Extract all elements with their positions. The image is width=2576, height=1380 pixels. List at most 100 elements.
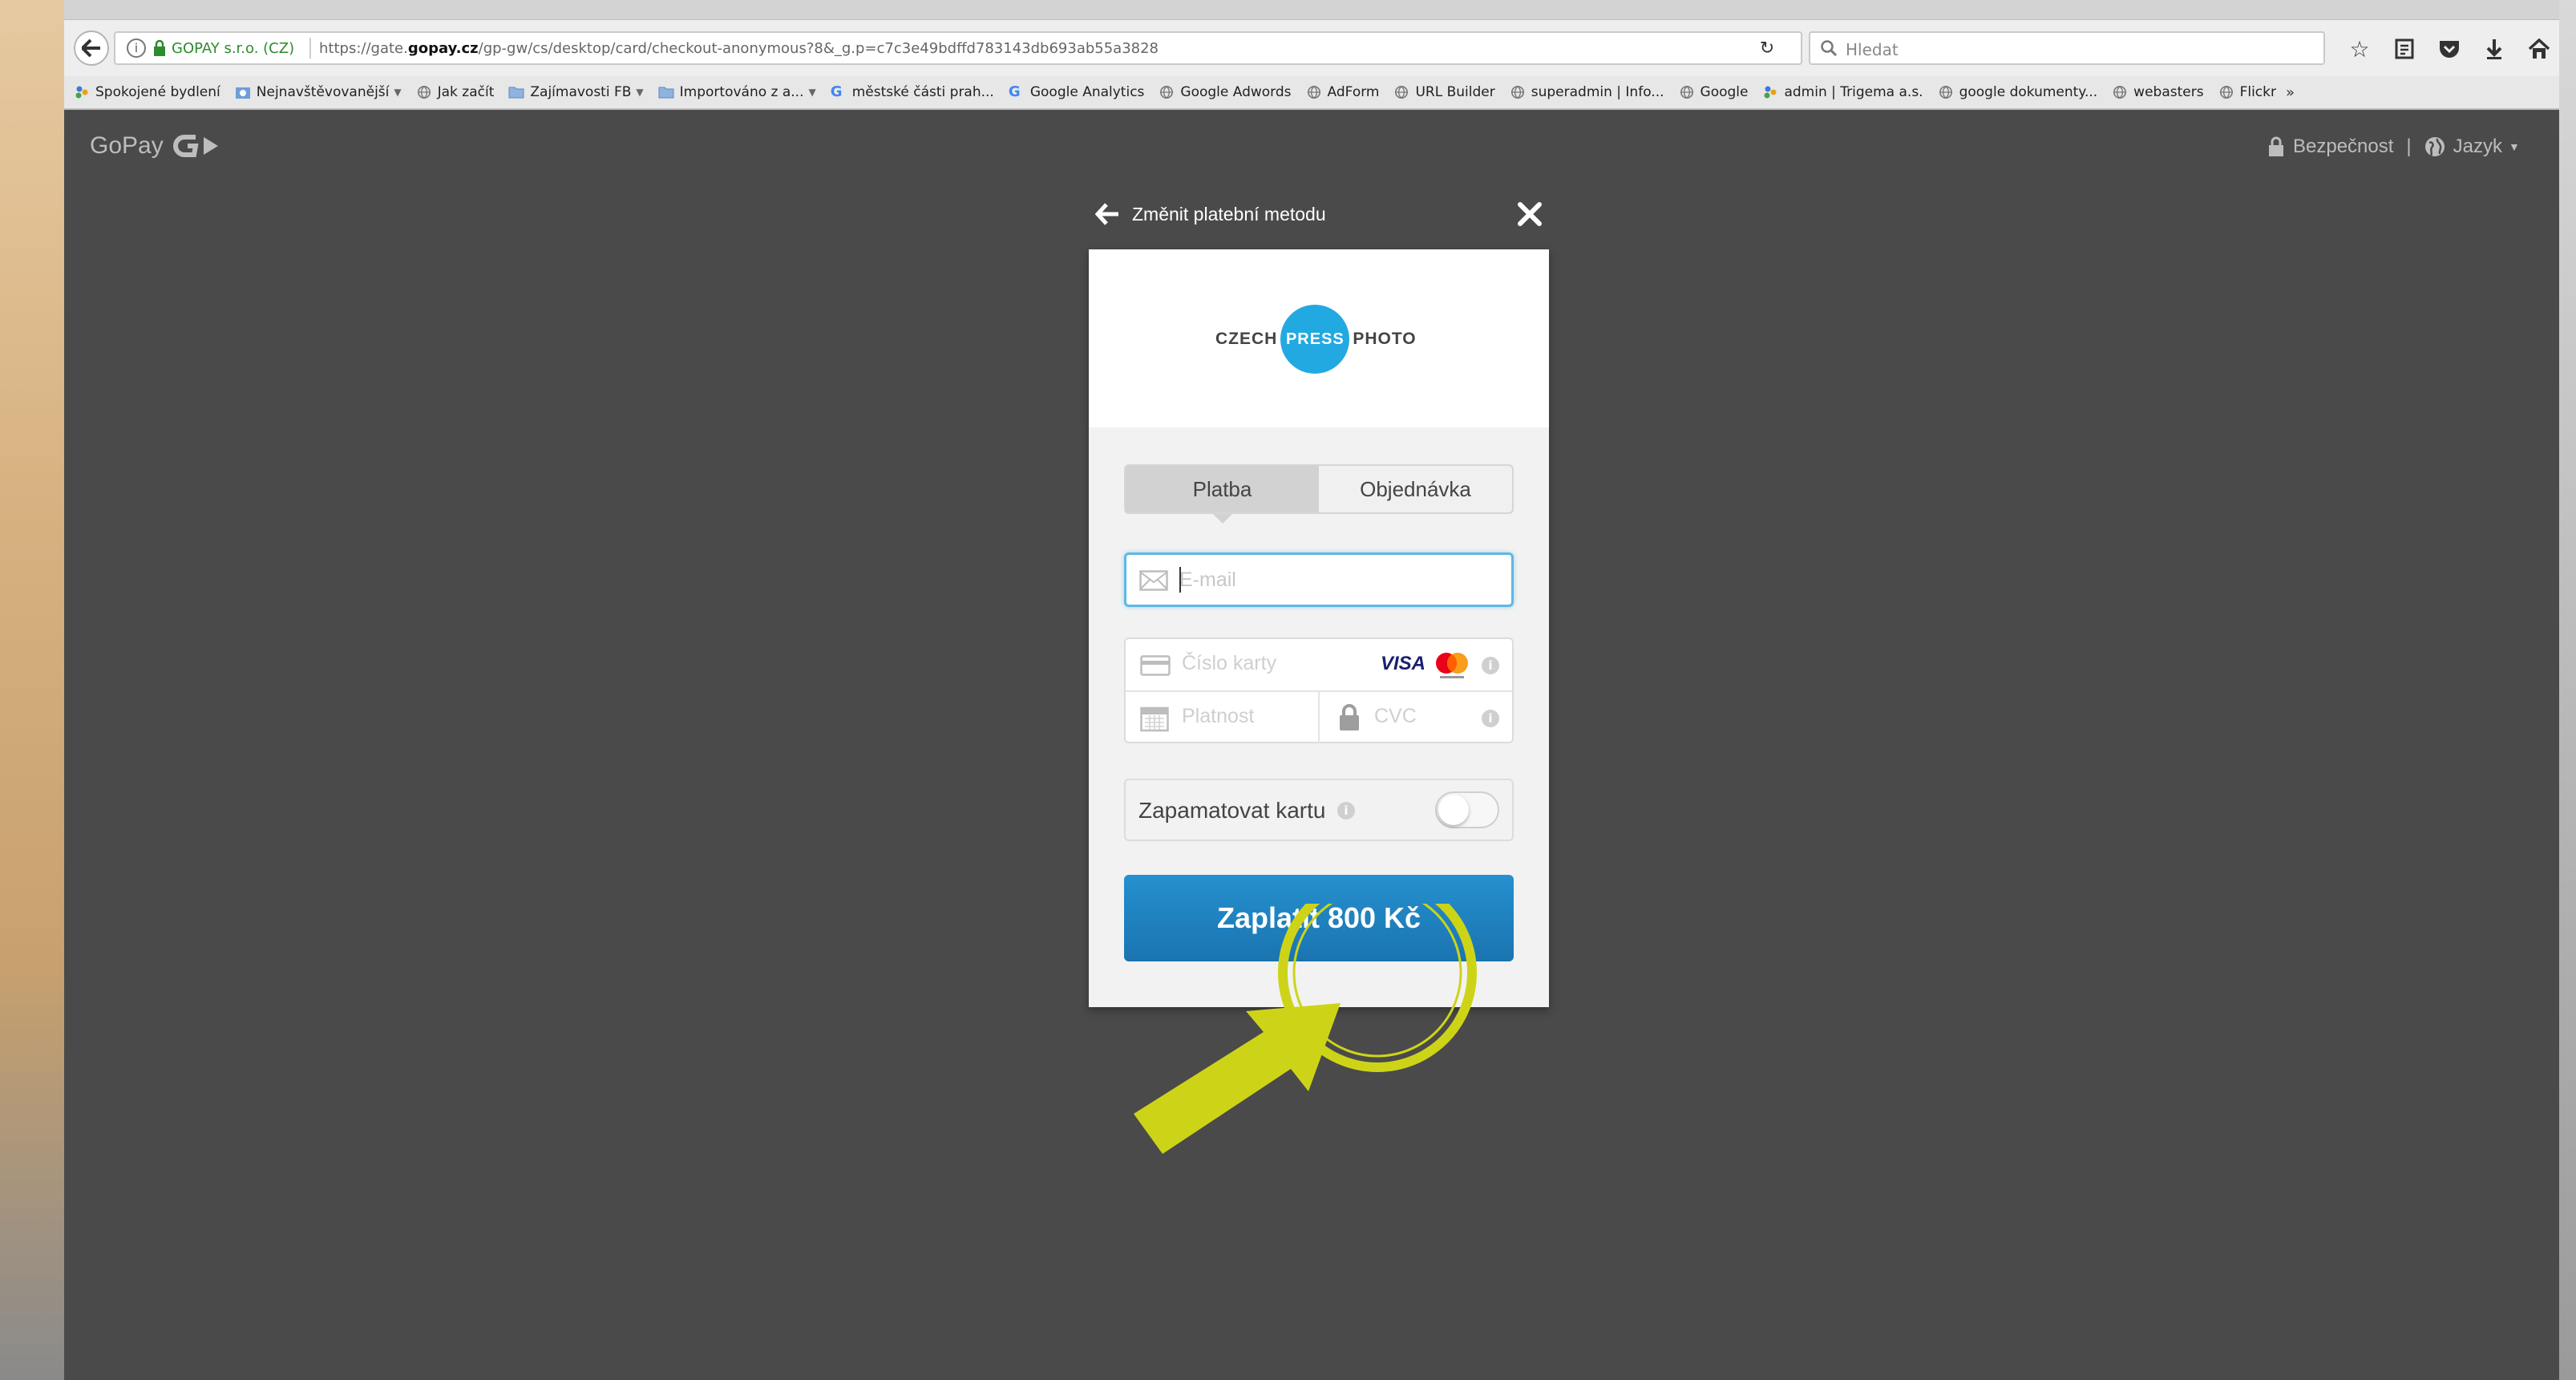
globe-icon [1160, 85, 1174, 99]
card-number-placeholder: Číslo karty [1182, 652, 1277, 674]
gopay-logo: GoPay [90, 130, 221, 162]
change-method-label: Změnit platební metodu [1132, 203, 1326, 225]
mastercard-icon [1436, 653, 1468, 678]
globe-icon [1510, 85, 1524, 99]
bookmark-item[interactable]: G Google Analytics [1009, 84, 1145, 100]
tab-payment[interactable]: Platba [1126, 466, 1319, 524]
bookmark-label: Importováno z a... [679, 84, 804, 100]
change-payment-method-link[interactable]: Změnit platební metodu [1095, 198, 1326, 230]
cvc-field[interactable]: CVC [1374, 705, 1417, 728]
home-icon[interactable] [2525, 35, 2553, 63]
pointer-arrow-icon [1134, 1003, 1341, 1154]
bookmarks-bar: Spokojené bydlení Nejnavštěvovanější ▼ Ja… [64, 76, 2559, 110]
google-icon: G [1008, 83, 1021, 100]
browser-window: i GOPAY s.r.o. (CZ) https://gate.gopay.c… [64, 0, 2559, 1380]
bookmark-item[interactable]: Spokojené bydlení [74, 84, 220, 100]
calendar-icon [1140, 706, 1169, 732]
site-identity[interactable]: GOPAY s.r.o. (CZ) [172, 40, 294, 57]
search-placeholder: Hledat [1846, 40, 1899, 59]
field-divider [1318, 692, 1320, 743]
people-icon [1764, 86, 1777, 99]
lock-icon [1340, 704, 1359, 730]
bookmark-item[interactable]: Google Adwords [1159, 84, 1292, 100]
bookmark-label: Google Analytics [1029, 84, 1145, 100]
url-text[interactable]: https://gate.gopay.cz/gp-gw/cs/desktop/c… [319, 40, 1159, 57]
info-icon[interactable]: i [1482, 710, 1499, 727]
language-selector[interactable]: Jazyk [2453, 136, 2502, 158]
globe-icon [2219, 85, 2233, 99]
bookmark-item[interactable]: Gměstské části prah... [831, 84, 994, 100]
chevron-down-icon: ▼ [636, 87, 644, 98]
bookmark-label: Google Adwords [1180, 84, 1292, 100]
bookmark-item[interactable]: Google [1679, 84, 1748, 100]
desktop-wallpaper-left [0, 0, 64, 1380]
bookmark-item[interactable]: google dokumenty... [1938, 84, 2098, 100]
bookmark-label: superadmin | Info... [1531, 84, 1664, 100]
info-icon[interactable]: i [1482, 657, 1499, 674]
remember-card-toggle[interactable] [1435, 791, 1499, 828]
text-caret [1179, 567, 1181, 593]
search-input[interactable]: Hledat [1809, 31, 2325, 65]
bookmark-label: admin | Trigema a.s. [1784, 84, 1923, 100]
bookmark-item[interactable]: Flickr [2218, 84, 2276, 100]
tab-order[interactable]: Objednávka [1319, 466, 1512, 512]
email-placeholder: E-mail [1179, 569, 1236, 591]
bookmark-item[interactable]: URL Builder [1393, 84, 1495, 100]
chevron-down-icon: ▼ [2509, 140, 2520, 153]
bookmark-label: AdForm [1327, 84, 1380, 100]
merchant-header: CZECH PRESS PHOTO [1089, 249, 1549, 427]
reload-icon[interactable]: ↻ [1756, 38, 1778, 60]
bookmark-star-icon[interactable]: ☆ [2346, 35, 2373, 63]
merchant-word-2: PRESS [1280, 305, 1350, 374]
envelope-icon [1139, 570, 1168, 591]
bookmark-item[interactable]: Zajímavosti FB ▼ [508, 84, 644, 100]
pocket-icon[interactable] [2436, 35, 2463, 63]
bookmark-label: Zajímavosti FB [530, 84, 632, 100]
info-icon[interactable]: i [127, 38, 146, 58]
bookmark-item[interactable]: AdForm [1306, 84, 1380, 100]
payment-tabs: Platba Objednávka [1124, 464, 1514, 524]
security-link[interactable]: Bezpečnost [2293, 136, 2393, 158]
credit-card-icon [1140, 655, 1171, 676]
tab-strip[interactable] [64, 0, 2559, 20]
expiry-field[interactable]: Platnost [1182, 705, 1254, 728]
globe-icon [1395, 85, 1409, 99]
merchant-word-3: PHOTO [1353, 330, 1417, 348]
brand-name: GoPay [90, 132, 164, 159]
address-bar[interactable]: i GOPAY s.r.o. (CZ) https://gate.gopay.c… [114, 31, 1802, 65]
close-icon[interactable] [1515, 200, 1544, 229]
gopay-mark-icon [172, 135, 218, 157]
bookmark-label: Spokojené bydlení [95, 84, 220, 100]
email-field[interactable]: E-mail [1124, 552, 1514, 607]
desktop-wallpaper-right [2559, 0, 2576, 1380]
remember-card-label: Zapamatovat kartu [1138, 798, 1326, 823]
reading-list-icon[interactable] [2391, 35, 2418, 63]
merchant-word-1: CZECH [1215, 330, 1278, 348]
url-domain: gopay.cz [407, 40, 479, 57]
bookmark-label: google dokumenty... [1959, 84, 2098, 100]
card-number-field[interactable]: Číslo karty VISA i [1126, 639, 1512, 692]
bookmark-label: URL Builder [1415, 84, 1495, 100]
google-icon: G [830, 83, 843, 100]
camera-folder-icon [235, 87, 250, 99]
folder-icon [508, 87, 524, 99]
toolbar-icons: ☆ [2346, 34, 2559, 63]
bookmark-item[interactable]: webasters [2112, 84, 2204, 100]
info-icon[interactable]: i [1337, 802, 1355, 820]
download-icon[interactable] [2481, 35, 2508, 63]
bookmark-item[interactable]: superadmin | Info... [1510, 84, 1664, 100]
navigation-toolbar: i GOPAY s.r.o. (CZ) https://gate.gopay.c… [64, 20, 2559, 76]
back-button[interactable] [74, 30, 109, 66]
bookmark-item[interactable]: Importováno z a... ▼ [658, 84, 816, 100]
header-links: Bezpečnost | Jazyk ▼ [2267, 132, 2520, 161]
bookmark-label: městské části prah... [851, 84, 994, 100]
bookmark-item[interactable]: admin | Trigema a.s. [1762, 84, 1923, 100]
globe-icon [2424, 137, 2445, 156]
bookmark-item[interactable]: Jak začít [416, 84, 495, 100]
bookmark-label: Jak začít [437, 84, 495, 100]
bookmarks-overflow-button[interactable]: » [2286, 84, 2295, 101]
globe-icon [2113, 85, 2127, 99]
arrow-left-icon [1095, 203, 1118, 225]
bookmark-item[interactable]: Nejnavštěvovanější ▼ [235, 84, 402, 100]
back-arrow-icon [82, 39, 100, 57]
